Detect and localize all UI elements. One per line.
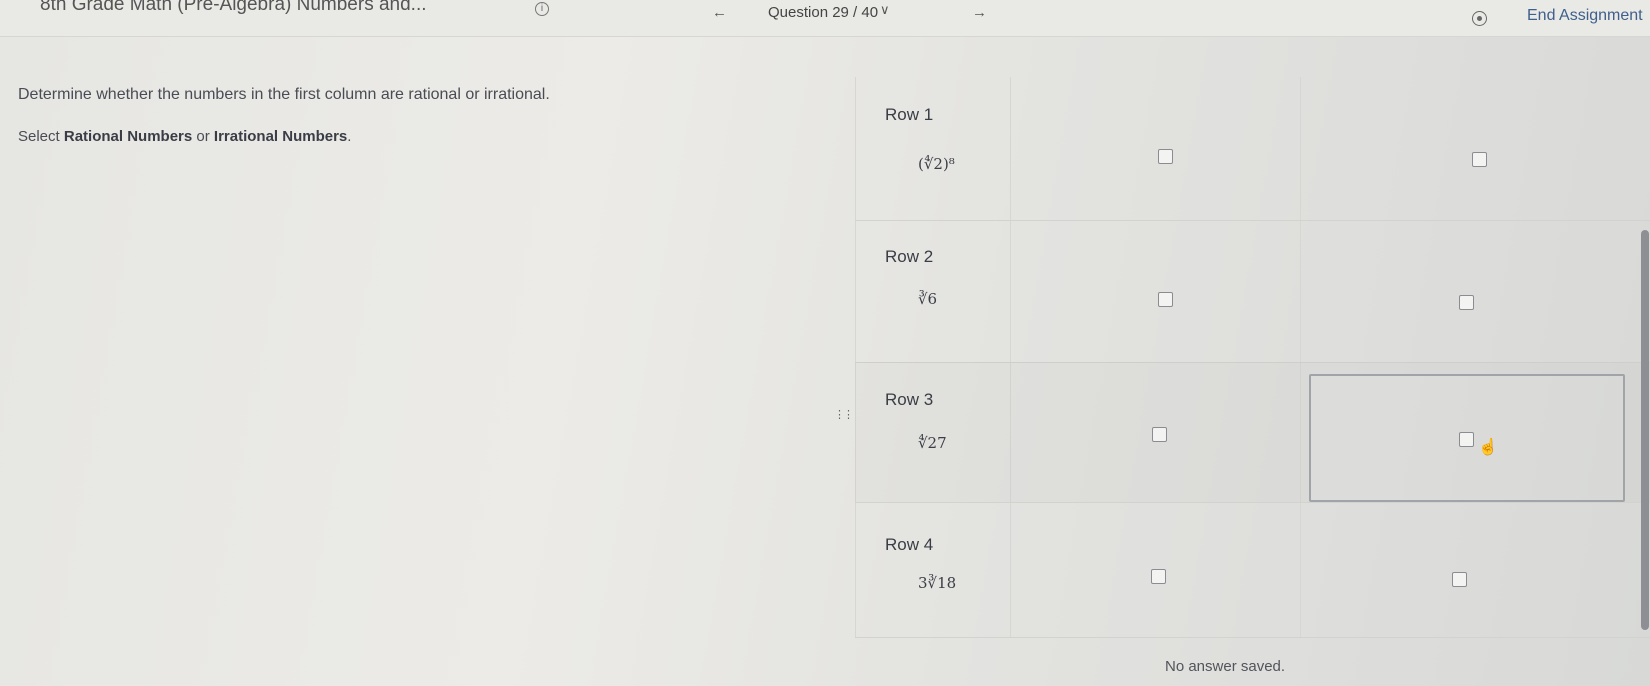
question-selector[interactable]: Question 29 / 40	[768, 4, 878, 21]
rational-checkbox-row-2[interactable]	[1158, 292, 1173, 307]
grid-row-3: Row 3 ∜27	[855, 362, 1650, 503]
row-label: Row 3	[885, 390, 934, 409]
select-instructions: Select Rational Numbers or Irrational Nu…	[18, 128, 351, 145]
row-expression: 3∛18	[918, 574, 957, 592]
select-prefix: Select	[18, 128, 64, 145]
hand-cursor-icon: ☝	[1478, 439, 1498, 456]
row-expression: ∛6	[918, 290, 938, 308]
irrational-checkbox-row-3[interactable]	[1459, 432, 1474, 447]
row-label: Row 1	[885, 105, 934, 124]
row-expression: (∜2)⁸	[918, 155, 955, 173]
settings-icon[interactable]	[1472, 11, 1487, 26]
scrollbar-thumb[interactable]	[1641, 230, 1649, 630]
option-irrational-label: Irrational Numbers	[213, 128, 348, 145]
arrow-right-icon[interactable]: →	[972, 4, 987, 21]
grid-row-4: Row 4 3∛18	[855, 502, 1650, 638]
end-assignment-button[interactable]: End Assignment	[1527, 7, 1643, 25]
row-expression: ∜27	[918, 434, 947, 452]
select-suffix: .	[347, 128, 352, 145]
assignment-title: 8th Grade Math (Pre-Algebra) Numbers and…	[40, 0, 427, 15]
arrow-left-icon[interactable]: ←	[712, 4, 727, 21]
irrational-checkbox-row-2[interactable]	[1459, 295, 1474, 310]
info-icon[interactable]: i	[535, 2, 549, 16]
row-label: Row 2	[885, 247, 934, 266]
row-label: Row 4	[885, 535, 934, 554]
rational-checkbox-row-1[interactable]	[1158, 149, 1173, 164]
grid-row-2: Row 2 ∛6	[855, 220, 1650, 363]
grid-row-1: Row 1 (∜2)⁸	[855, 77, 1650, 221]
irrational-checkbox-row-4[interactable]	[1452, 572, 1467, 587]
top-toolbar: 8th Grade Math (Pre-Algebra) Numbers and…	[0, 0, 1650, 37]
answer-grid: Row 1 (∜2)⁸ Row 2 ∛6 Row 3 ∜27 Row 4 3∛1…	[855, 77, 1650, 638]
drag-handle-icon[interactable]: ⋮⋮	[834, 408, 854, 421]
chevron-down-icon[interactable]: ∨	[880, 2, 890, 18]
option-rational-label: Rational Numbers	[63, 128, 193, 145]
irrational-checkbox-row-1[interactable]	[1472, 152, 1487, 167]
question-instructions: Determine whether the numbers in the fir…	[18, 86, 550, 103]
rational-checkbox-row-3[interactable]	[1152, 427, 1167, 442]
save-status: No answer saved.	[1165, 658, 1286, 675]
rational-checkbox-row-4[interactable]	[1151, 569, 1166, 584]
select-middle: or	[192, 128, 214, 145]
